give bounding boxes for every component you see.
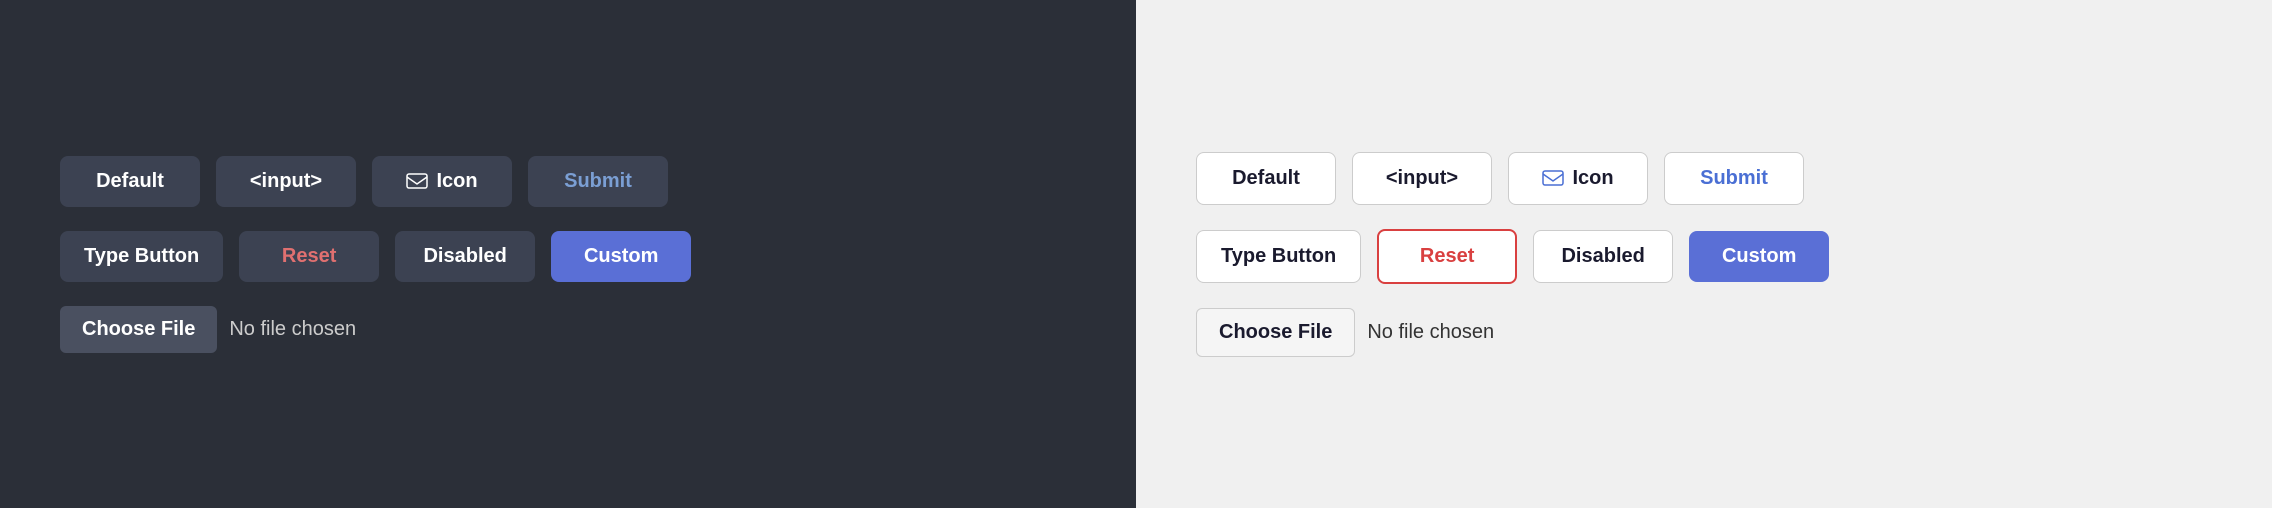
dark-reset-button[interactable]: Reset <box>239 231 379 282</box>
light-custom-button[interactable]: Custom <box>1689 231 1829 282</box>
light-icon-label: Icon <box>1572 167 1613 190</box>
light-file-row: Choose File No file chosen <box>1196 308 1494 357</box>
light-row-2: Type Button Reset Disabled Custom <box>1196 229 1829 284</box>
light-submit-button[interactable]: Submit <box>1664 152 1804 205</box>
dark-file-row: Choose File No file chosen <box>60 306 356 353</box>
dark-no-file-label: No file chosen <box>229 318 356 341</box>
dark-icon-button[interactable]: Icon <box>372 156 512 207</box>
light-row-1: Default <input> Icon Submit <box>1196 152 1804 205</box>
light-no-file-label: No file chosen <box>1367 321 1494 344</box>
dark-panel: Default <input> Icon Submit Type Button … <box>0 0 1136 508</box>
dark-row-1: Default <input> Icon Submit <box>60 156 668 207</box>
light-default-button[interactable]: Default <box>1196 152 1336 205</box>
dark-type-button[interactable]: Type Button <box>60 231 223 282</box>
dark-custom-button[interactable]: Custom <box>551 231 691 282</box>
dark-input-button[interactable]: <input> <box>216 156 356 207</box>
mail-icon <box>406 173 428 189</box>
dark-choose-file-button[interactable]: Choose File <box>60 306 217 353</box>
light-input-button[interactable]: <input> <box>1352 152 1492 205</box>
light-choose-file-button[interactable]: Choose File <box>1196 308 1355 357</box>
mail-icon-light <box>1542 170 1564 186</box>
dark-submit-button[interactable]: Submit <box>528 156 668 207</box>
light-type-button[interactable]: Type Button <box>1196 230 1361 283</box>
dark-icon-label: Icon <box>436 170 477 193</box>
dark-row-2: Type Button Reset Disabled Custom <box>60 231 691 282</box>
dark-disabled-button[interactable]: Disabled <box>395 231 535 282</box>
dark-default-button[interactable]: Default <box>60 156 200 207</box>
light-disabled-button[interactable]: Disabled <box>1533 230 1673 283</box>
light-panel: Default <input> Icon Submit Type Button … <box>1136 0 2272 508</box>
light-icon-button[interactable]: Icon <box>1508 152 1648 205</box>
light-reset-button[interactable]: Reset <box>1377 229 1517 284</box>
